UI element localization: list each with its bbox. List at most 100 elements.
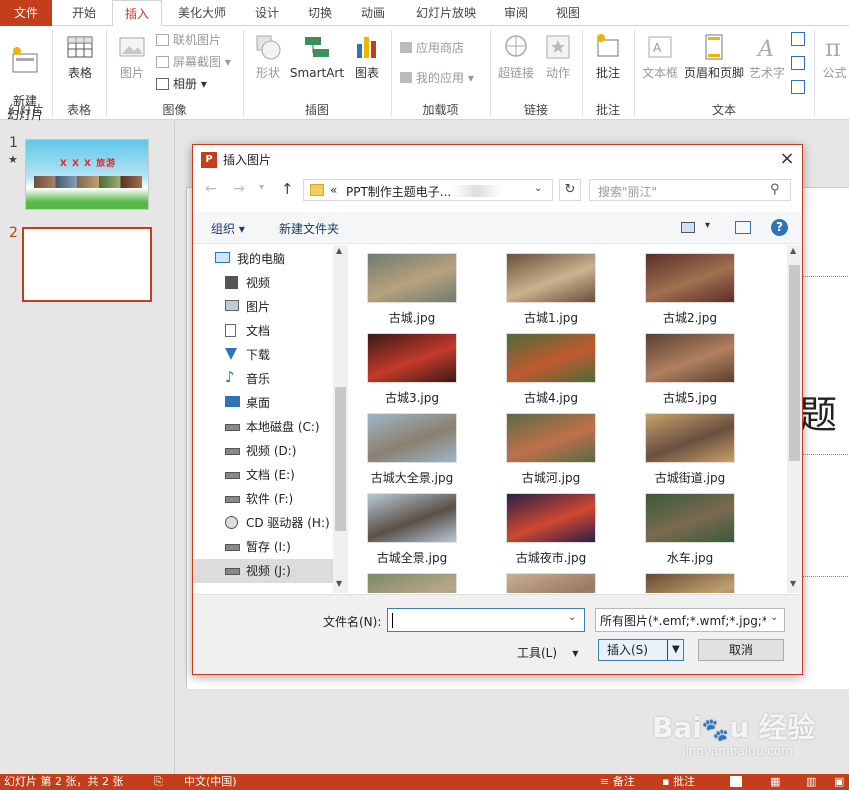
organize-button[interactable]: 组织 ▾	[211, 220, 245, 237]
comment-button[interactable]: 批注	[588, 32, 628, 80]
address-bar[interactable]: « PPT制作主题电子... ⌄	[303, 179, 553, 201]
file-item[interactable]: 古城河.jpg	[492, 405, 610, 485]
files-scrollbar[interactable]: ▲ ▼	[787, 245, 802, 593]
tree-scrollbar[interactable]: ▲ ▼	[333, 245, 348, 593]
wordart-button[interactable]: A 艺术字	[748, 32, 786, 80]
file-item[interactable]: 古城夜市.jpg	[492, 485, 610, 565]
reading-view-icon[interactable]: ▥	[806, 774, 816, 790]
chart-button[interactable]: 图表	[348, 32, 386, 80]
file-item[interactable]: 水车.jpg	[631, 485, 749, 565]
file-item[interactable]	[492, 565, 610, 593]
new-folder-button[interactable]: 新建文件夹	[279, 220, 339, 237]
search-icon[interactable]: ⚲	[770, 182, 780, 197]
tree-item[interactable]: 本地磁盘 (C:)	[193, 415, 333, 439]
tab-insert[interactable]: 插入	[112, 0, 162, 27]
tree-scroll-thumb[interactable]	[335, 387, 346, 531]
tree-item[interactable]: 视频	[193, 271, 333, 295]
scroll-down-icon[interactable]: ▼	[336, 579, 342, 588]
tree-item[interactable]: 下载	[193, 343, 333, 367]
tab-review[interactable]: 审阅	[493, 0, 539, 26]
tree-item[interactable]: 暂存 (I:)	[193, 535, 333, 559]
tab-animations[interactable]: 动画	[350, 0, 396, 26]
breadcrumb-path[interactable]: PPT制作主题电子...	[346, 183, 451, 200]
file-item[interactable]: 古城4.jpg	[492, 325, 610, 405]
files-scroll-down-icon[interactable]: ▼	[790, 579, 796, 588]
tree-item[interactable]: 文档	[193, 319, 333, 343]
close-icon[interactable]: ×	[777, 149, 797, 169]
screenshot-button[interactable]: 屏幕截图 ▾	[156, 54, 231, 70]
file-item[interactable]: 古城1.jpg	[492, 245, 610, 325]
hyperlink-button[interactable]: 超链接	[494, 32, 538, 80]
insert-button[interactable]: 插入(S) ▼	[598, 639, 684, 661]
tab-slideshow[interactable]: 幻灯片放映	[404, 0, 488, 26]
album-button[interactable]: 相册 ▾	[156, 76, 207, 92]
tree-item[interactable]: 我的电脑	[193, 247, 333, 271]
file-item[interactable]: 古城2.jpg	[631, 245, 749, 325]
filename-field[interactable]: ⌄	[387, 608, 585, 632]
tree-item[interactable]: 文档 (E:)	[193, 463, 333, 487]
tab-view[interactable]: 视图	[545, 0, 591, 26]
normal-view-icon[interactable]	[730, 776, 742, 787]
tab-transitions[interactable]: 切换	[297, 0, 343, 26]
file-item[interactable]: 古城大全景.jpg	[353, 405, 471, 485]
header-footer-button[interactable]: 页眉和页脚	[682, 32, 746, 80]
search-input[interactable]: 搜索"丽江"	[598, 183, 657, 200]
tree-item[interactable]: ♪ 音乐	[193, 367, 333, 391]
app-store-button[interactable]: 应用商店	[400, 40, 464, 56]
cancel-button[interactable]: 取消	[698, 639, 784, 661]
tab-file[interactable]: 文件	[0, 0, 52, 26]
tree-item[interactable]: 桌面	[193, 391, 333, 415]
view-options-icon[interactable]	[681, 222, 695, 233]
up-arrow-icon[interactable]: ↑	[281, 180, 294, 198]
picture-button[interactable]: 图片	[112, 32, 152, 80]
insert-dropdown-icon[interactable]: ▼	[672, 640, 680, 660]
formula-button[interactable]: π 公式	[820, 32, 849, 80]
breadcrumb-overflow[interactable]: «	[330, 183, 337, 197]
table-button[interactable]: 表格	[60, 32, 100, 80]
files-scroll-thumb[interactable]	[789, 265, 800, 461]
comments-button[interactable]: ▪ 批注	[662, 774, 695, 790]
file-item[interactable]: 古城全景.jpg	[353, 485, 471, 565]
date-time-icon[interactable]	[791, 32, 805, 46]
recent-dropdown-icon[interactable]: ▾	[259, 182, 264, 193]
file-type-filter[interactable]: 所有图片(*.emf;*.wmf;*.jpg;*.jp ⌄	[595, 608, 785, 632]
file-item[interactable]	[631, 565, 749, 593]
tree-item-clipped[interactable]	[193, 583, 333, 593]
file-item[interactable]: 古城5.jpg	[631, 325, 749, 405]
tab-home[interactable]: 开始	[60, 0, 108, 26]
action-button[interactable]: 动作	[540, 32, 576, 80]
address-dropdown-icon[interactable]: ⌄	[534, 183, 542, 194]
view-dropdown-icon[interactable]: ▾	[705, 220, 710, 231]
tree-item[interactable]: 图片	[193, 295, 333, 319]
online-picture-button[interactable]: 联机图片	[156, 32, 221, 48]
slideshow-view-icon[interactable]: ▣	[834, 774, 844, 790]
shapes-button[interactable]: 形状	[248, 32, 288, 80]
refresh-icon[interactable]: ↻	[559, 179, 581, 201]
search-box[interactable]: 搜索"丽江" ⚲	[589, 179, 791, 201]
textbox-button[interactable]: A 文本框	[640, 32, 680, 80]
file-item[interactable]	[353, 565, 471, 593]
tools-button[interactable]: 工具(L) ▾	[517, 644, 578, 661]
tree-item[interactable]: 视频 (J:)	[193, 559, 333, 583]
tab-beautify[interactable]: 美化大师	[168, 0, 236, 26]
object-icon[interactable]	[791, 80, 805, 94]
files-scroll-up-icon[interactable]: ▲	[790, 246, 796, 255]
tree-item[interactable]: 视频 (D:)	[193, 439, 333, 463]
title-placeholder-text[interactable]: 题	[799, 384, 837, 439]
file-item[interactable]: 古城.jpg	[353, 245, 471, 325]
file-item[interactable]: 古城街道.jpg	[631, 405, 749, 485]
filename-dropdown-icon[interactable]: ⌄	[568, 612, 576, 623]
help-icon[interactable]: ?	[771, 219, 788, 236]
file-item[interactable]: 古城3.jpg	[353, 325, 471, 405]
spellcheck-icon[interactable]: ⎘	[154, 774, 163, 790]
tree-item[interactable]: 软件 (F:)	[193, 487, 333, 511]
tree-item[interactable]: CD 驱动器 (H:)	[193, 511, 333, 535]
slide-sorter-icon[interactable]: ▦	[770, 774, 780, 790]
filter-dropdown-icon[interactable]: ⌄	[770, 612, 778, 623]
forward-arrow-icon[interactable]: →	[233, 181, 245, 197]
my-apps-button[interactable]: 我的应用 ▾	[400, 70, 474, 86]
language-status[interactable]: 中文(中国)	[184, 774, 237, 790]
scroll-up-icon[interactable]: ▲	[336, 246, 342, 255]
slide-thumbnail-2[interactable]	[22, 227, 152, 302]
preview-pane-icon[interactable]	[735, 221, 751, 234]
